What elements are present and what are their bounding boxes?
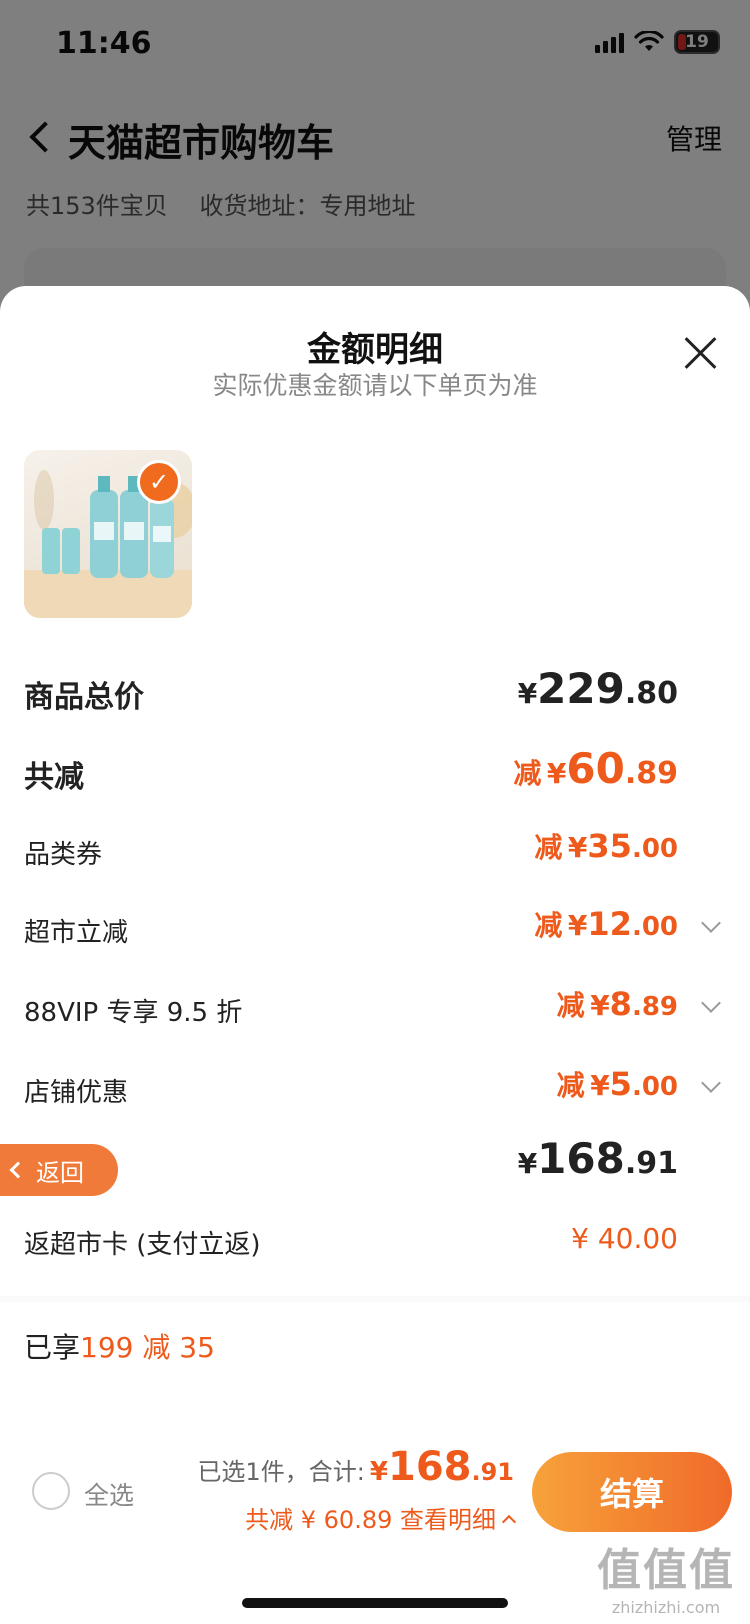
product-thumbnail: ✓ (24, 450, 192, 618)
row-category-coupon: 品类券 减 ¥35.00 (24, 826, 724, 876)
row-subtotal: 合计 ¥168.91 (24, 1134, 724, 1185)
discount-detail-link[interactable]: 共减 ¥ 60.89 查看明细 (245, 1500, 517, 1535)
footer-discount-text: 共减 ¥ 60.89 (245, 1506, 393, 1534)
row-market-instant[interactable]: 超市立减 减 ¥12.00 (24, 904, 724, 954)
row-store-offer[interactable]: 店铺优惠 减 ¥5.00 (24, 1064, 724, 1114)
view-detail-label: 查看明细 (400, 1506, 496, 1534)
select-all-label[interactable]: 全选 (84, 1476, 134, 1512)
category-coupon-value: 减 ¥35.00 (534, 827, 678, 865)
row-total-discount: 共减 减 ¥60.89 (24, 744, 724, 795)
checkmark-icon: ✓ (137, 460, 181, 504)
category-coupon-label: 品类券 (24, 840, 103, 870)
store-offer-label: 店铺优惠 (24, 1078, 129, 1108)
cashback-value: ¥ 40.00 (571, 1222, 678, 1255)
vip-discount-value: 减 ¥8.89 (556, 985, 678, 1023)
row-vip-discount[interactable]: 88VIP 专享 9.5 折 减 ¥8.89 (24, 984, 724, 1034)
total-price-value: ¥229.80 (517, 664, 678, 713)
total-price-label: 商品总价 (24, 680, 144, 715)
home-indicator[interactable] (242, 1598, 508, 1608)
market-instant-label: 超市立减 (24, 918, 129, 948)
amount-detail-sheet: 金额明细 实际优惠金额请以下单页为准 ✓ 商品总价 ¥229.80 共减 减 ¥… (0, 286, 750, 1624)
return-button[interactable]: 返回 (0, 1144, 118, 1196)
chevron-down-icon[interactable] (701, 1073, 721, 1093)
chevron-up-icon (501, 1514, 517, 1530)
market-instant-value: 减 ¥12.00 (534, 905, 678, 943)
watermark-url: zhizhizhi.com (611, 1598, 721, 1617)
vip-discount-label: 88VIP 专享 9.5 折 (24, 998, 243, 1028)
total-discount-value: 减 ¥60.89 (513, 744, 678, 793)
chevron-down-icon[interactable] (701, 993, 721, 1013)
total-discount-label: 共减 (24, 760, 84, 795)
applied-promotion: 已享199 减 35 (24, 1331, 215, 1364)
sheet-title: 金额明细 (307, 330, 443, 370)
checkout-button[interactable]: 结算 (532, 1452, 732, 1532)
store-offer-value: 减 ¥5.00 (556, 1065, 678, 1103)
close-icon[interactable] (682, 334, 720, 372)
watermark-logo: 值值值 (597, 1545, 735, 1596)
watermark: 值值值 zhizhizhi.com (596, 1534, 736, 1617)
chevron-down-icon[interactable] (701, 913, 721, 933)
selected-total: 已选1件，合计: ¥168.91 (197, 1444, 514, 1490)
select-all-checkbox[interactable] (32, 1472, 70, 1510)
row-cashback: 返超市卡 (支付立返) ¥ 40.00 (24, 1216, 724, 1266)
chevron-left-icon (9, 1161, 27, 1179)
return-label: 返回 (36, 1158, 84, 1187)
promotion-highlight: 199 减 35 (80, 1331, 215, 1364)
row-total-price: 商品总价 ¥229.80 (24, 664, 724, 715)
sheet-subtitle: 实际优惠金额请以下单页为准 (212, 371, 538, 400)
cashback-label: 返超市卡 (支付立返) (24, 1230, 261, 1260)
divider (0, 1296, 750, 1302)
subtotal-value: ¥168.91 (517, 1134, 678, 1183)
selected-count-label: 已选1件，合计: (197, 1458, 365, 1486)
